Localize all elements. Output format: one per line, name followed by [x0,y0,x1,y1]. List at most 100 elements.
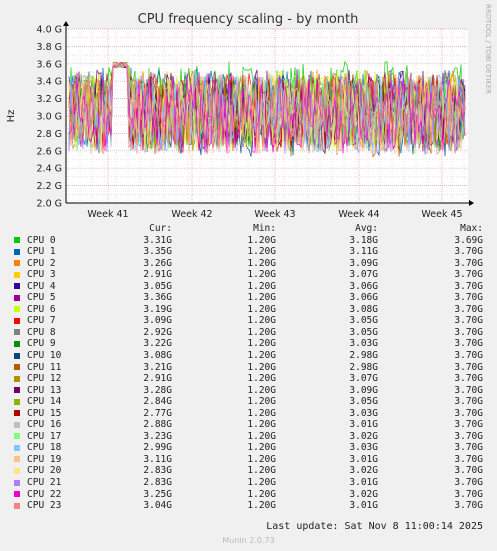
legend-avg-value: 3.05G [349,315,378,327]
legend-avg-value: 3.03G [349,442,378,454]
legend-series-name: CPU 23 [27,500,62,512]
legend-min-value: 1.20G [247,488,276,500]
legend-max-value: 3.70G [454,350,483,362]
legend-min-value: 1.20G [247,326,276,338]
legend-row: CPU 5 3.36G 1.20G 3.06G 3.70G [0,292,497,304]
legend-row: CPU 22 3.25G 1.20G 3.02G 3.70G [0,489,497,501]
y-tick-label: 3.2 G [37,94,63,105]
legend-avg-value: 3.02G [349,430,378,442]
legend-cur-value: 3.31G [143,234,172,246]
legend-row: CPU 0 3.31G 1.20G 3.18G 3.69G [0,235,497,247]
legend-max-value: 3.70G [454,257,483,269]
legend-swatch [14,502,20,509]
legend-avg-value: 3.09G [349,384,378,396]
legend-swatch [14,491,20,498]
legend-min-value: 1.20G [247,373,276,385]
y-tick-label: 3.8 G [37,42,63,53]
legend-row: CPU 10 3.08G 1.20G 2.98G 3.70G [0,350,497,362]
col-avg-header: Avg: [355,223,378,234]
rrdtool-side-text: RRDTOOL / TOBI OETIKER [484,4,492,94]
legend-avg-value: 3.08G [349,303,378,315]
legend-swatch [14,260,20,267]
legend-cur-value: 2.99G [143,442,172,454]
legend-min-value: 1.20G [247,430,276,442]
legend-min-value: 1.20G [247,292,276,304]
legend-min-value: 1.20G [247,465,276,477]
y-axis-arrow [63,21,69,26]
legend-row: CPU 17 3.23G 1.20G 3.02G 3.70G [0,431,497,443]
legend-cur-value: 3.19G [143,303,172,315]
legend-cur-value: 2.91G [143,269,172,281]
legend-series-name: CPU 7 [27,315,56,327]
legend-avg-value: 3.06G [349,292,378,304]
legend-swatch [14,352,20,359]
legend-max-value: 3.70G [454,280,483,292]
col-cur-header: Cur: [149,223,172,234]
legend-min-value: 1.20G [247,500,276,512]
legend-row: CPU 6 3.19G 1.20G 3.08G 3.70G [0,304,497,316]
legend-series-name: CPU 14 [27,396,62,408]
legend-swatch [14,467,20,474]
legend-avg-value: 3.07G [349,269,378,281]
legend-row: CPU 19 3.11G 1.20G 3.01G 3.70G [0,454,497,466]
legend-max-value: 3.70G [454,465,483,477]
x-tick-label: Week 45 [421,209,462,220]
legend-max-value: 3.70G [454,303,483,315]
legend-swatch [14,421,20,428]
legend-min-value: 1.20G [247,338,276,350]
legend-cur-value: 2.91G [143,373,172,385]
legend-min-value: 1.20G [247,269,276,281]
legend-row: CPU 11 3.21G 1.20G 2.98G 3.70G [0,362,497,374]
legend-avg-value: 3.01G [349,453,378,465]
legend-swatch [14,283,20,290]
legend-avg-value: 3.01G [349,477,378,489]
x-tick-label: Week 41 [87,209,128,220]
y-tick-label: 2.8 G [37,129,63,140]
y-tick-label: 2.0 G [37,199,63,210]
legend-series-name: CPU 5 [27,292,56,304]
legend-cur-value: 3.36G [143,292,172,304]
y-axis-label: Hz [6,110,17,123]
legend-series-name: CPU 10 [27,350,62,362]
legend-swatch [14,294,20,301]
legend-series-name: CPU 12 [27,373,62,385]
legend-avg-value: 3.01G [349,419,378,431]
legend-cur-value: 3.28G [143,384,172,396]
legend-swatch [14,479,20,486]
munin-version: Munin 2.0.73 [222,536,275,545]
legend-min-value: 1.20G [247,246,276,258]
legend-avg-value: 3.03G [349,338,378,350]
legend-cur-value: 3.23G [143,430,172,442]
legend-min-value: 1.20G [247,442,276,454]
legend-min-value: 1.20G [247,396,276,408]
legend-max-value: 3.69G [454,234,483,246]
legend-avg-value: 3.07G [349,373,378,385]
legend-swatch [14,456,20,463]
legend-max-value: 3.70G [454,269,483,281]
legend-series-name: CPU 18 [27,442,62,454]
legend-swatch [14,237,20,244]
legend-swatch [14,340,20,347]
legend-cur-value: 3.04G [143,500,172,512]
col-min-header: Min: [253,223,276,234]
legend-swatch [14,410,20,417]
legend-min-value: 1.20G [247,477,276,489]
legend-table: Cur: Min: Avg: Max: CPU 0 3.31G 1.20G 3.18G… [0,223,497,512]
legend-row: CPU 1 3.35G 1.20G 3.11G 3.70G [0,246,497,258]
legend-min-value: 1.20G [247,407,276,419]
legend-max-value: 3.70G [454,361,483,373]
legend-cur-value: 2.92G [143,326,172,338]
legend-swatch [14,248,20,255]
legend-swatch [14,444,20,451]
legend-swatch [14,364,20,371]
legend-swatch [14,387,20,394]
legend-cur-value: 2.84G [143,396,172,408]
legend-row: CPU 8 2.92G 1.20G 3.05G 3.70G [0,327,497,339]
legend-min-value: 1.20G [247,280,276,292]
legend-series-name: CPU 3 [27,269,56,281]
legend-max-value: 3.70G [454,430,483,442]
y-tick-label: 3.6 G [37,59,63,70]
legend-row: CPU 4 3.05G 1.20G 3.06G 3.70G [0,281,497,293]
legend-max-value: 3.70G [454,338,483,350]
legend-avg-value: 3.06G [349,280,378,292]
